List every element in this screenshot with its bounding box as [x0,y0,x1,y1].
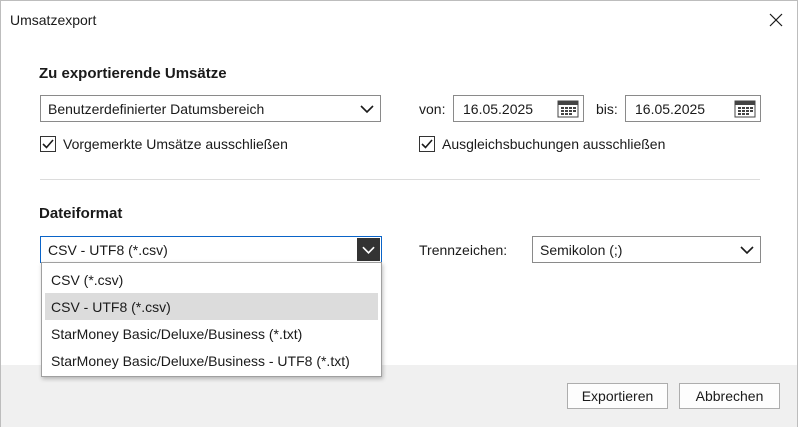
close-button[interactable] [761,5,791,35]
checkmark-icon [42,139,54,149]
cancel-button[interactable]: Abbrechen [679,383,780,409]
dropdown-option[interactable]: StarMoney Basic/Deluxe/Business - UTF8 (… [45,347,378,374]
to-date-value: 16.05.2025 [635,100,706,117]
exclude-balancing-checkbox[interactable]: Ausgleichsbuchungen ausschließen [419,136,665,152]
separator-select[interactable]: Semikolon (;) [532,236,761,263]
date-range-value: Benutzerdefinierter Datumsbereich [48,100,265,117]
dropdown-option-label: StarMoney Basic/Deluxe/Business - UTF8 (… [51,352,350,369]
dropdown-option[interactable]: CSV (*.csv) [45,266,378,293]
exclude-balancing-label: Ausgleichsbuchungen ausschließen [442,136,666,152]
checkmark-icon [421,139,433,149]
chevron-down-icon [362,246,375,254]
dropdown-option-label: CSV (*.csv) [51,271,124,288]
checkbox-box[interactable] [40,136,56,152]
checkbox-box[interactable] [419,136,435,152]
dropdown-option-label: CSV - UTF8 (*.csv) [51,298,171,315]
from-date-label: von: [419,101,446,117]
file-format-dropdown-list: CSV (*.csv) CSV - UTF8 (*.csv) StarMoney… [41,262,382,377]
date-range-select[interactable]: Benutzerdefinierter Datumsbereich [40,95,381,122]
calendar-icon[interactable] [557,100,579,118]
exclude-pending-checkbox[interactable]: Vorgemerkte Umsätze ausschließen [40,136,288,152]
from-date-value: 16.05.2025 [463,100,534,117]
from-date-field[interactable]: 16.05.2025 [453,95,584,122]
exclude-pending-label: Vorgemerkte Umsätze ausschließen [63,136,288,152]
separator-value: Semikolon (;) [540,241,623,258]
dropdown-option-label: StarMoney Basic/Deluxe/Business (*.txt) [51,325,303,342]
file-format-select[interactable]: CSV - UTF8 (*.csv) [40,236,382,263]
chevron-down-icon [740,246,754,255]
dropdown-option[interactable]: StarMoney Basic/Deluxe/Business (*.txt) [45,320,378,347]
transactions-section-title: Zu exportierende Umsätze [39,65,227,82]
to-date-label: bis: [596,101,618,117]
separator-label: Trennzeichen: [419,242,508,258]
dropdown-toggle[interactable] [357,238,380,261]
section-divider [40,179,760,180]
calendar-icon[interactable] [734,100,756,118]
to-date-field[interactable]: 16.05.2025 [625,95,761,122]
dropdown-option-selected[interactable]: CSV - UTF8 (*.csv) [45,293,378,320]
window-title: Umsatzexport [10,12,97,28]
close-icon [769,13,783,27]
chevron-down-icon [360,105,374,114]
export-button[interactable]: Exportieren [567,383,668,409]
export-dialog: Umsatzexport Zu exportierende Umsätze Be… [0,0,798,427]
file-format-value: CSV - UTF8 (*.csv) [48,241,168,258]
titlebar: Umsatzexport [1,1,797,39]
file-format-section-title: Dateiformat [39,205,123,222]
